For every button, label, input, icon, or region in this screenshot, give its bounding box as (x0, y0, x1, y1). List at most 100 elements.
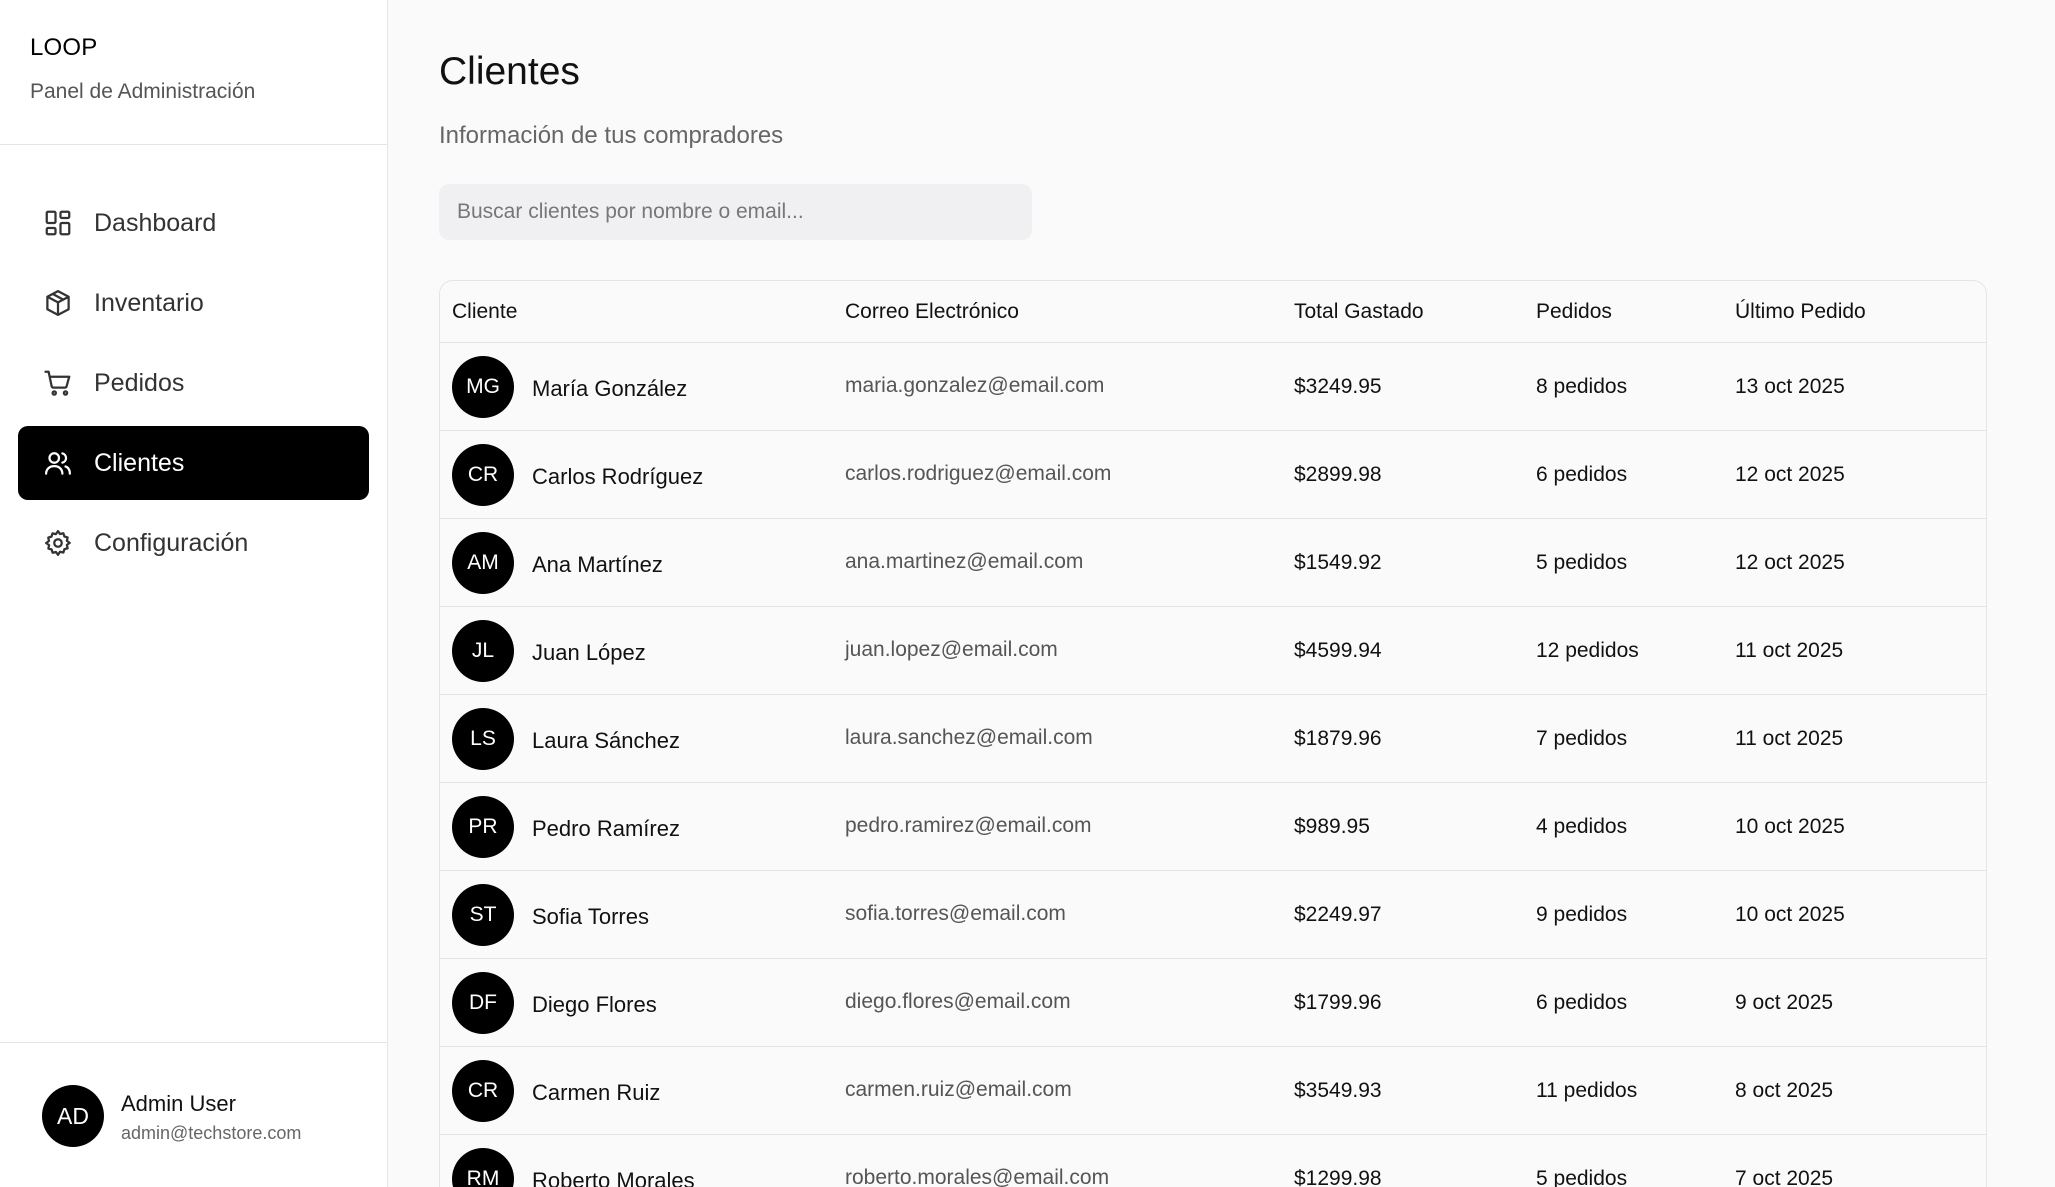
customer-total: $2899.98 (1294, 462, 1382, 486)
avatar: LS (452, 707, 514, 770)
customer-total: $1299.98 (1294, 1166, 1382, 1187)
customer-email: sofia.torres@email.com (845, 901, 1066, 925)
customer-orders: 5 pedidos (1536, 1166, 1628, 1187)
customer-email: roberto.morales@email.com (845, 1165, 1110, 1187)
table-row[interactable]: LS Laura Sánchez laura.sanchez@email.com… (440, 695, 1986, 783)
sidebar-item-clientes[interactable]: Clientes (18, 426, 369, 500)
column-header-total[interactable]: Total Gastado (1294, 300, 1536, 324)
sidebar-item-label: Inventario (94, 288, 204, 317)
customer-total: $1879.96 (1294, 726, 1382, 750)
sidebar-nav: Dashboard Inventario Pedidos Clientes Co… (0, 145, 387, 580)
current-user[interactable]: AD Admin User admin@techstore.com (0, 1042, 387, 1187)
customers-table: Cliente Correo Electrónico Total Gastado… (439, 280, 1987, 1187)
customer-name: Roberto Morales (532, 1167, 695, 1187)
sidebar-item-pedidos[interactable]: Pedidos (18, 346, 369, 420)
customer-name: Carmen Ruiz (532, 1079, 661, 1105)
customer-email: juan.lopez@email.com (845, 637, 1058, 661)
customer-email: ana.martinez@email.com (845, 549, 1084, 573)
customer-total: $989.95 (1294, 814, 1370, 838)
sidebar-item-dashboard[interactable]: Dashboard (18, 186, 369, 260)
table-row[interactable]: PR Pedro Ramírez pedro.ramirez@email.com… (440, 783, 1986, 871)
sidebar-item-inventario[interactable]: Inventario (18, 266, 369, 340)
avatar: AD (42, 1085, 104, 1147)
customer-last-order: 10 oct 2025 (1735, 814, 1845, 838)
avatar: CR (452, 1059, 514, 1122)
customer-last-order: 7 oct 2025 (1735, 1166, 1834, 1187)
customer-email: carlos.rodriguez@email.com (845, 461, 1112, 485)
customer-name: Ana Martínez (532, 551, 663, 577)
customer-email: laura.sanchez@email.com (845, 725, 1093, 749)
column-header-ultimo-pedido[interactable]: Último Pedido (1735, 300, 1975, 324)
brand: LOOP Panel de Administración (0, 0, 387, 145)
customer-email: diego.flores@email.com (845, 989, 1071, 1013)
column-header-email[interactable]: Correo Electrónico (845, 300, 1294, 324)
customer-cell: AM Ana Martínez (440, 531, 845, 594)
customer-orders: 9 pedidos (1536, 902, 1628, 926)
customer-orders: 12 pedidos (1536, 638, 1639, 662)
customer-cell: ST Sofia Torres (440, 883, 845, 946)
sidebar-item-label: Configuración (94, 528, 249, 557)
box-icon (42, 287, 74, 319)
table-row[interactable]: RM Roberto Morales roberto.morales@email… (440, 1135, 1986, 1187)
page-title: Clientes (439, 50, 580, 93)
customer-last-order: 13 oct 2025 (1735, 374, 1845, 398)
table-row[interactable]: ST Sofia Torres sofia.torres@email.com $… (440, 871, 1986, 959)
customer-orders: 4 pedidos (1536, 814, 1628, 838)
customer-last-order: 11 oct 2025 (1735, 726, 1844, 750)
customer-last-order: 12 oct 2025 (1735, 550, 1845, 574)
dashboard-icon (42, 207, 74, 239)
customer-cell: JL Juan López (440, 619, 845, 682)
customer-total: $3549.93 (1294, 1078, 1382, 1102)
brand-name: LOOP (30, 34, 98, 61)
customer-last-order: 12 oct 2025 (1735, 462, 1845, 486)
customer-last-order: 8 oct 2025 (1735, 1078, 1834, 1102)
customer-name: Diego Flores (532, 991, 657, 1017)
customer-name: Pedro Ramírez (532, 815, 680, 841)
customer-total: $1549.92 (1294, 550, 1382, 574)
customer-total: $4599.94 (1294, 638, 1382, 662)
avatar: JL (452, 619, 514, 682)
customer-orders: 6 pedidos (1536, 990, 1628, 1014)
customer-email: carmen.ruiz@email.com (845, 1077, 1072, 1101)
table-row[interactable]: MG María González maria.gonzalez@email.c… (440, 343, 1986, 431)
column-header-pedidos[interactable]: Pedidos (1536, 300, 1735, 324)
table-row[interactable]: DF Diego Flores diego.flores@email.com $… (440, 959, 1986, 1047)
user-info: Admin User admin@techstore.com (121, 1085, 301, 1144)
table-row[interactable]: CR Carmen Ruiz carmen.ruiz@email.com $35… (440, 1047, 1986, 1135)
customer-last-order: 10 oct 2025 (1735, 902, 1845, 926)
customer-cell: CR Carlos Rodríguez (440, 443, 845, 506)
customer-orders: 7 pedidos (1536, 726, 1628, 750)
avatar: AM (452, 531, 514, 594)
sidebar-item-label: Dashboard (94, 208, 217, 237)
customer-orders: 6 pedidos (1536, 462, 1628, 486)
search-input[interactable] (439, 184, 1032, 240)
table-row[interactable]: CR Carlos Rodríguez carlos.rodriguez@ema… (440, 431, 1986, 519)
sidebar-item-label: Pedidos (94, 368, 185, 397)
customer-orders: 11 pedidos (1536, 1078, 1638, 1102)
customer-orders: 5 pedidos (1536, 550, 1628, 574)
customer-name: Juan López (532, 639, 646, 665)
customer-total: $1799.96 (1294, 990, 1382, 1014)
table-header: Cliente Correo Electrónico Total Gastado… (440, 281, 1986, 343)
user-email: admin@techstore.com (121, 1123, 302, 1143)
avatar: MG (452, 355, 514, 418)
sidebar-item-label: Clientes (94, 448, 185, 477)
customer-email: pedro.ramirez@email.com (845, 813, 1092, 837)
avatar: DF (452, 971, 514, 1034)
avatar: PR (452, 795, 514, 858)
user-name: Admin User (121, 1091, 236, 1116)
customer-last-order: 9 oct 2025 (1735, 990, 1834, 1014)
table-row[interactable]: AM Ana Martínez ana.martinez@email.com $… (440, 519, 1986, 607)
customer-total: $2249.97 (1294, 902, 1382, 926)
column-header-cliente[interactable]: Cliente (440, 300, 845, 324)
customer-name: Carlos Rodríguez (532, 463, 704, 489)
avatar: CR (452, 443, 514, 506)
sidebar-item-configuracion[interactable]: Configuración (18, 506, 369, 580)
table-row[interactable]: JL Juan López juan.lopez@email.com $4599… (440, 607, 1986, 695)
sidebar: LOOP Panel de Administración Dashboard I… (0, 0, 388, 1187)
customer-cell: DF Diego Flores (440, 971, 845, 1034)
avatar: ST (452, 883, 514, 946)
customer-cell: MG María González (440, 355, 845, 418)
customer-last-order: 11 oct 2025 (1735, 638, 1844, 662)
customer-total: $3249.95 (1294, 374, 1382, 398)
